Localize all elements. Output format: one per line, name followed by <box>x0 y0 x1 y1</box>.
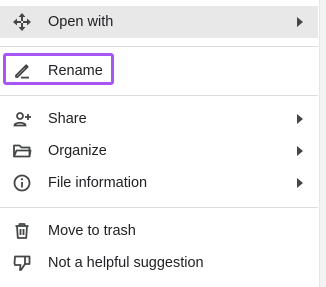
menu-item-organize[interactable]: Organize <box>0 135 318 167</box>
move-arrows-icon <box>12 12 32 32</box>
menu-item-label: Share <box>48 111 87 127</box>
chevron-right-icon <box>297 17 303 27</box>
info-circle-icon <box>12 173 32 193</box>
menu-divider <box>0 95 318 96</box>
menu-item-label: Organize <box>48 143 107 159</box>
menu-item-move-to-trash[interactable]: Move to trash <box>0 215 318 247</box>
chevron-right-icon <box>297 114 303 124</box>
folder-open-icon <box>12 141 32 161</box>
menu-item-share[interactable]: Share <box>0 103 318 135</box>
chevron-right-icon <box>297 146 303 156</box>
menu-item-not-helpful[interactable]: Not a helpful suggestion <box>0 247 318 279</box>
rename-highlight-box <box>3 53 114 85</box>
chevron-right-icon <box>297 178 303 188</box>
background-page-edge <box>319 0 326 287</box>
menu-item-label: Open with <box>48 14 114 30</box>
menu-item-open-with[interactable]: Open with <box>0 6 318 38</box>
menu-item-label: File information <box>48 175 148 191</box>
menu-divider <box>0 46 318 47</box>
menu-item-file-information[interactable]: File information <box>0 167 318 199</box>
menu-item-label: Not a helpful suggestion <box>48 255 204 271</box>
thumbs-down-icon <box>12 253 32 273</box>
context-menu: Open with Rename Share Organize File inf… <box>0 0 318 287</box>
screenshot-stage: Open with Rename Share Organize File inf… <box>0 0 326 287</box>
menu-divider <box>0 207 318 208</box>
trash-icon <box>12 221 32 241</box>
add-person-icon <box>12 109 32 129</box>
menu-item-label: Move to trash <box>48 223 136 239</box>
